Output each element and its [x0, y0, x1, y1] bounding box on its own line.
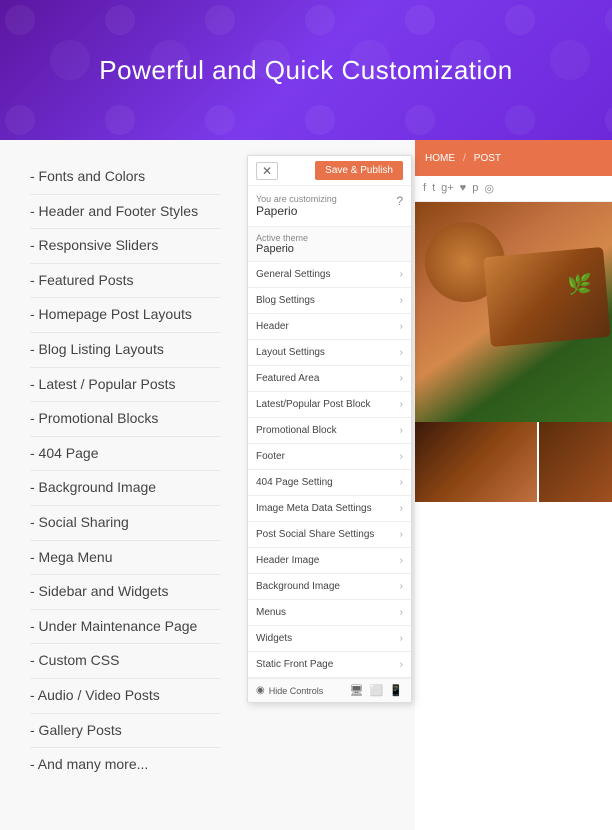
menu-item-image-meta[interactable]: Image Meta Data Settings › [248, 496, 411, 522]
arrow-icon: › [400, 347, 403, 358]
instagram-icon[interactable]: ◎ [484, 182, 494, 195]
food-thumb-1 [415, 422, 537, 502]
theme-info: Active theme Paperio [248, 227, 411, 262]
menu-item-social-share[interactable]: Post Social Share Settings › [248, 522, 411, 548]
list-item: - Fonts and Colors [30, 160, 220, 195]
arrow-icon: › [400, 555, 403, 566]
list-item: - Mega Menu [30, 541, 220, 576]
close-button[interactable]: ✕ [256, 162, 278, 180]
list-item: - 404 Page [30, 437, 220, 472]
food-thumbnails-row [415, 422, 612, 502]
list-item: - And many more... [30, 748, 220, 782]
menu-item-header-image[interactable]: Header Image › [248, 548, 411, 574]
hide-controls[interactable]: ◉ Hide Controls [256, 685, 323, 696]
arrow-icon: › [400, 269, 403, 280]
arrow-icon: › [400, 425, 403, 436]
site-name: Paperio [256, 204, 337, 218]
arrow-icon: › [400, 321, 403, 332]
menu-item-background[interactable]: Background Image › [248, 574, 411, 600]
menu-item-static-front[interactable]: Static Front Page › [248, 652, 411, 678]
list-item: - Latest / Popular Posts [30, 368, 220, 403]
arrow-icon: › [400, 529, 403, 540]
menu-item-404[interactable]: 404 Page Setting › [248, 470, 411, 496]
theme-label: Active theme [256, 233, 403, 243]
food-image-main: 🌿 [415, 202, 612, 422]
list-item: - Blog Listing Layouts [30, 333, 220, 368]
hero-section: Powerful and Quick Customization [0, 0, 612, 140]
list-item: - Sidebar and Widgets [30, 575, 220, 610]
twitter-icon[interactable]: t [432, 182, 435, 195]
customizer-header: ✕ Save & Publish [248, 156, 411, 186]
save-publish-button[interactable]: Save & Publish [315, 161, 403, 180]
arrow-icon: › [400, 503, 403, 514]
list-item: - Under Maintenance Page [30, 610, 220, 645]
menu-item-featured[interactable]: Featured Area › [248, 366, 411, 392]
menu-item-blog[interactable]: Blog Settings › [248, 288, 411, 314]
preview-navbar: HOME / POST [415, 140, 612, 176]
menu-item-widgets[interactable]: Widgets › [248, 626, 411, 652]
arrow-icon: › [400, 659, 403, 670]
social-icons-row: f t g+ ♥ p ◎ [415, 176, 612, 202]
list-item: - Audio / Video Posts [30, 679, 220, 714]
menu-item-footer[interactable]: Footer › [248, 444, 411, 470]
list-item: - Gallery Posts [30, 714, 220, 749]
customizer-menu: General Settings › Blog Settings › Heade… [248, 262, 411, 678]
customizer-panel: ✕ Save & Publish You are customizing Pap… [247, 155, 412, 703]
features-panel: - Fonts and Colors - Header and Footer S… [0, 140, 240, 830]
list-item: - Responsive Sliders [30, 229, 220, 264]
arrow-icon: › [400, 633, 403, 644]
menu-item-promotional[interactable]: Promotional Block › [248, 418, 411, 444]
menu-item-general[interactable]: General Settings › [248, 262, 411, 288]
nav-post: POST [474, 153, 501, 164]
menu-item-latest[interactable]: Latest/Popular Post Block › [248, 392, 411, 418]
desktop-icon[interactable]: 🖥 [350, 684, 364, 697]
pinterest-icon[interactable]: p [472, 182, 478, 195]
list-item: - Social Sharing [30, 506, 220, 541]
main-content: - Fonts and Colors - Header and Footer S… [0, 140, 612, 830]
list-item: - Homepage Post Layouts [30, 298, 220, 333]
customizer-info: You are customizing Paperio ? [248, 186, 411, 227]
list-item: - Header and Footer Styles [30, 195, 220, 230]
arrow-icon: › [400, 295, 403, 306]
arrow-icon: › [400, 581, 403, 592]
google-plus-icon[interactable]: g+ [441, 182, 454, 195]
theme-name: Paperio [256, 243, 403, 255]
nav-separator: / [463, 153, 466, 164]
nav-home: HOME [425, 153, 455, 164]
list-item: - Custom CSS [30, 644, 220, 679]
footer-device-icons: 🖥 ⬜ 📱 [350, 684, 403, 697]
arrow-icon: › [400, 477, 403, 488]
arrow-icon: › [400, 607, 403, 618]
arrow-icon: › [400, 399, 403, 410]
website-preview: HOME / POST f t g+ ♥ p ◎ 🌿 [415, 140, 612, 830]
help-icon[interactable]: ? [396, 194, 403, 208]
eye-icon: ◉ [256, 685, 265, 696]
list-item: - Featured Posts [30, 264, 220, 299]
herb-icon: 🌿 [567, 272, 592, 297]
arrow-icon: › [400, 373, 403, 384]
list-item: - Background Image [30, 471, 220, 506]
facebook-icon[interactable]: f [423, 182, 426, 195]
hero-title: Powerful and Quick Customization [99, 55, 512, 86]
customizing-label: You are customizing [256, 194, 337, 204]
menu-item-layout[interactable]: Layout Settings › [248, 340, 411, 366]
customizer-footer: ◉ Hide Controls 🖥 ⬜ 📱 [248, 678, 411, 702]
heart-icon[interactable]: ♥ [460, 182, 467, 195]
mobile-icon[interactable]: 📱 [389, 684, 403, 697]
list-item: - Promotional Blocks [30, 402, 220, 437]
menu-item-header[interactable]: Header › [248, 314, 411, 340]
tablet-icon[interactable]: ⬜ [370, 684, 384, 697]
food-thumb-2 [539, 422, 612, 502]
features-list: - Fonts and Colors - Header and Footer S… [30, 160, 220, 782]
menu-item-menus[interactable]: Menus › [248, 600, 411, 626]
arrow-icon: › [400, 451, 403, 462]
